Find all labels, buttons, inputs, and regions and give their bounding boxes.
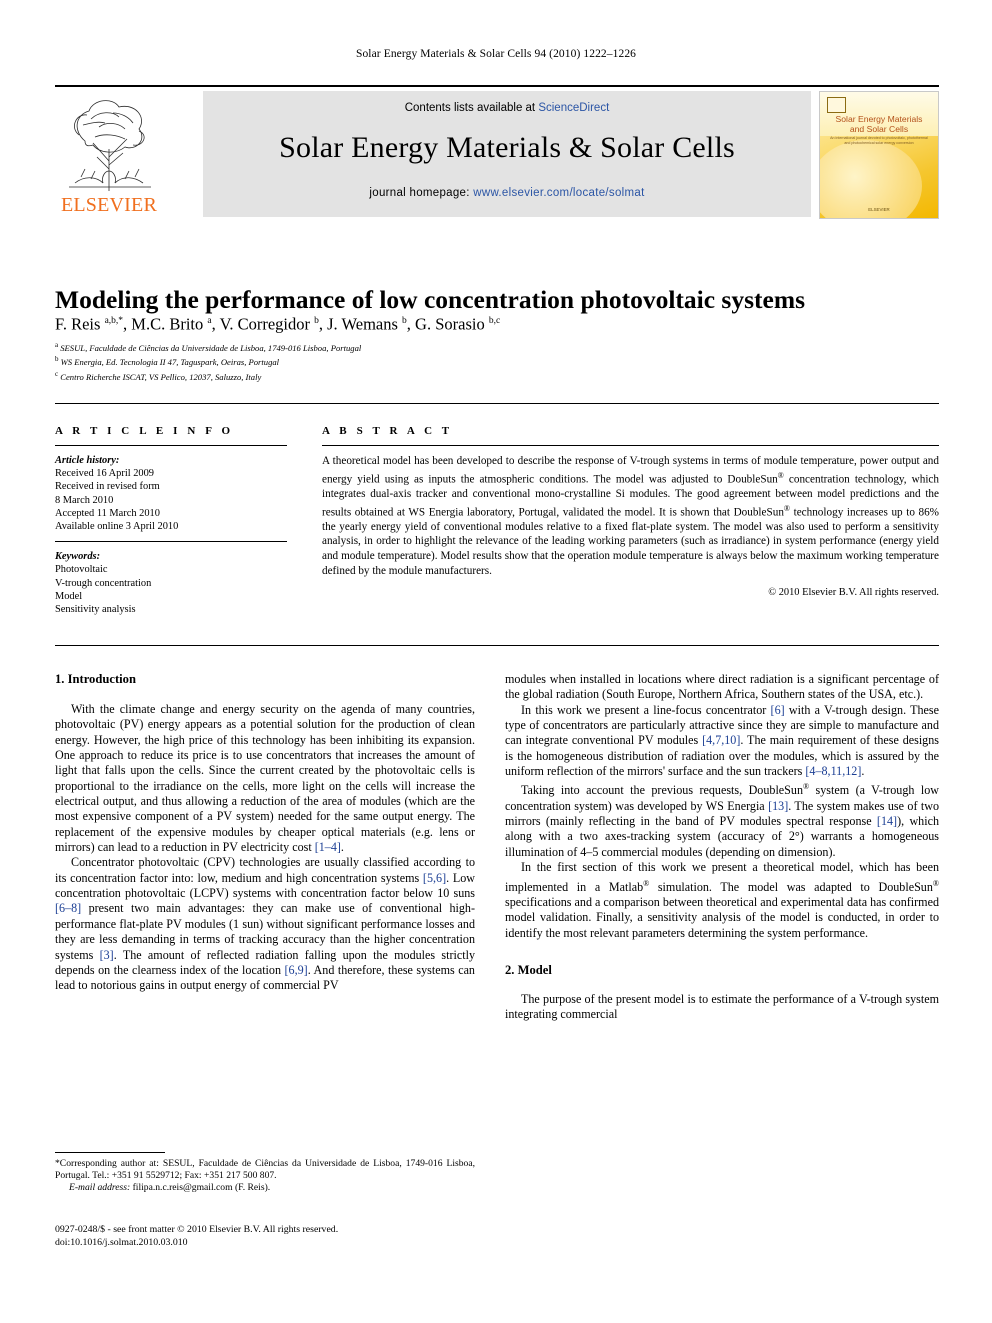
keywords-label: Keywords: [55, 551, 101, 563]
keyword-items: Photovoltaic V-trough concentration Model S… [55, 563, 287, 616]
article-history-label: Article history: [55, 455, 120, 466]
author-list: F. Reis a,b,*, M.C. Brito a, V. Corregid… [55, 314, 501, 334]
abstract-text: A theoretical model has been developed t… [322, 455, 940, 577]
intro-paragraph-4: Taking into account the previous request… [505, 782, 940, 859]
running-head: Solar Energy Materials & Solar Cells 94 … [355, 48, 637, 60]
banner-center: Contents lists available at ScienceDirec… [203, 91, 811, 217]
cover-title-line1: Solar Energy Materials [835, 114, 923, 124]
affiliation-item: c Centro Richerche ISCAT, VS Pellico, 12… [55, 369, 262, 382]
article-info-separator [55, 541, 287, 543]
citation-ref[interactable]: [6,9] [285, 963, 308, 977]
citation-ref[interactable]: [14] [877, 814, 897, 828]
article-info-heading: A R T I C L E I N F O [55, 425, 234, 437]
email-address[interactable]: filipa.n.c.reis@gmail.com (F. Reis). [133, 1182, 271, 1193]
intro-paragraph-1: With the climate change and energy secur… [55, 702, 475, 855]
citation-ref[interactable]: [3] [100, 948, 114, 962]
intro-paragraph-5: In the first section of this work we pre… [505, 860, 939, 940]
article-info-rule [55, 445, 287, 446]
abstract-rule [322, 445, 939, 446]
citation-ref[interactable]: [4–8,11,12] [805, 764, 861, 778]
article-history-item: Received in revised form [55, 481, 160, 493]
cover-title-line2: and Solar Cells [849, 124, 909, 134]
imprint-doi: doi:10.1016/j.solmat.2010.03.010 [55, 1236, 188, 1248]
elsevier-tree-icon [69, 100, 151, 191]
model-paragraph-1: The purpose of the present model is to e… [505, 991, 939, 1022]
citation-ref[interactable]: [6–8] [55, 901, 81, 915]
divider-below-abstract [55, 645, 939, 646]
article-history-item: Received 16 April 2009 [55, 468, 154, 480]
journal-title: Solar Energy Materials & Solar Cells [279, 131, 735, 164]
cover-subtitle: An international journal devoted to phot… [830, 136, 928, 145]
keywords-block: Keywords: Photovoltaic V-trough concentra… [55, 550, 287, 616]
keyword-item: Sensitivity analysis [55, 604, 136, 616]
intro-paragraph-2-continued: modules when installed in locations wher… [505, 672, 939, 702]
citation-ref[interactable]: [4,7,10] [702, 733, 740, 747]
affiliation-list: a SESUL, Faculdade de Ciências da Univer… [55, 340, 675, 383]
keyword-item: Model [55, 590, 83, 602]
body-column-left: 1. Introduction With the climate change … [55, 672, 475, 994]
corresponding-author-text: *Corresponding author at: SESUL, Faculda… [55, 1158, 475, 1182]
section-heading-model: 2. Model [505, 962, 552, 977]
citation-ref[interactable]: [13] [768, 799, 788, 813]
contents-line: Contents lists available at ScienceDirec… [203, 91, 811, 114]
article-history-item: Available online 3 April 2010 [55, 521, 179, 533]
imprint-block: 0927-0248/$ - see front matter © 2010 El… [55, 1224, 475, 1249]
journal-banner: ELSEVIER Contents lists available at Sci… [55, 85, 939, 219]
article-history-item: Accepted 11 March 2010 [55, 507, 160, 519]
journal-homepage-link[interactable]: www.elsevier.com/locate/solmat [473, 187, 644, 199]
article-history-items: Received 16 April 2009 Received in revise… [55, 467, 287, 533]
journal-cover-thumbnail: Solar Energy Materials and Solar Cells A… [819, 91, 939, 219]
intro-paragraph-2: Concentrator photovoltaic (CPV) technolo… [55, 855, 476, 993]
article-history-item: 8 March 2010 [55, 494, 114, 506]
affiliation-item: a SESUL, Faculdade de Ciências da Univer… [55, 341, 362, 353]
article-info-column: A R T I C L E I N F O Article history: R… [55, 425, 287, 616]
keyword-item: V-trough concentration [55, 577, 152, 589]
journal-homepage-line: journal homepage: www.elsevier.com/locat… [203, 187, 811, 199]
cover-footer: ELSEVIER [868, 207, 890, 212]
contents-prefix: Contents lists available at [404, 102, 539, 114]
elsevier-wordmark: ELSEVIER [60, 194, 158, 216]
imprint-front-matter: 0927-0248/$ - see front matter © 2010 El… [55, 1224, 339, 1235]
abstract-column: A B S T R A C T A theoretical model has … [322, 425, 939, 598]
homepage-prefix: journal homepage: [369, 187, 474, 199]
citation-ref[interactable]: [5,6] [423, 871, 446, 885]
email-label: E-mail address: [69, 1182, 131, 1194]
intro-paragraph-3: In this work we present a line-focus con… [505, 702, 940, 779]
abstract-heading: A B S T R A C T [322, 425, 453, 437]
citation-ref[interactable]: [6] [771, 703, 785, 717]
sciencedirect-link[interactable]: ScienceDirect [538, 102, 609, 114]
cover-title: Solar Energy Materials and Solar Cells [820, 114, 938, 134]
article-history-block: Article history: Received 16 April 2009 R… [55, 454, 287, 533]
keyword-item: Photovoltaic [55, 564, 108, 576]
elsevier-logo: ELSEVIER [55, 91, 163, 217]
article-page: Solar Energy Materials & Solar Cells 94 … [0, 0, 992, 1323]
corresponding-author-footnote: *Corresponding author at: SESUL, Faculda… [55, 1158, 475, 1195]
abstract-copyright: © 2010 Elsevier B.V. All rights reserved… [768, 587, 939, 599]
citation-ref[interactable]: [1–4] [315, 840, 341, 854]
footnote-divider [55, 1152, 165, 1153]
divider-above-abstract [55, 403, 939, 404]
cover-elsevier-mark-icon [827, 97, 846, 113]
affiliation-item: b WS Energia, Ed. Tecnologia II 47, Tagu… [55, 355, 280, 368]
section-heading-introduction: 1. Introduction [55, 672, 136, 686]
body-column-right: modules when installed in locations wher… [505, 672, 939, 1023]
